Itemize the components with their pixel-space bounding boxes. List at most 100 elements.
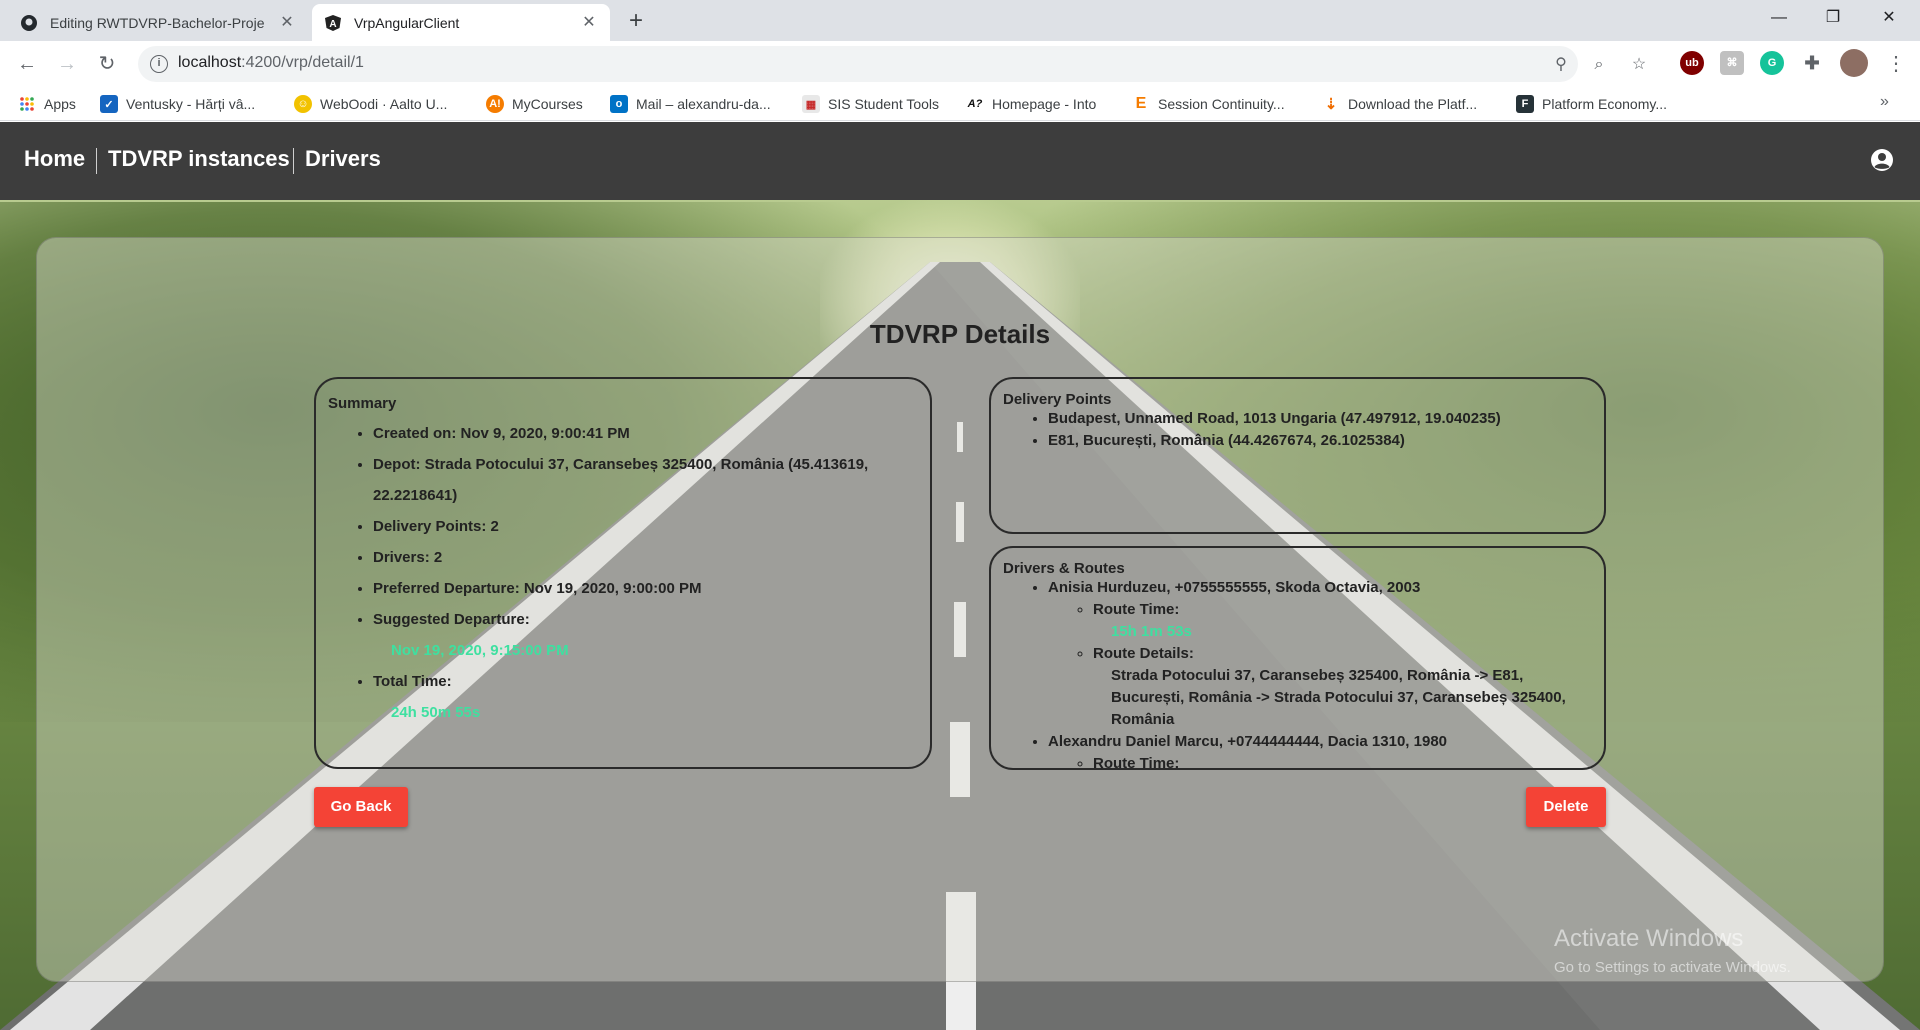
browser-tabstrip: Editing RWTDVRP-Bachelor-Proje ✕ A VrpAn… — [0, 0, 1920, 41]
nav-drivers-link[interactable]: Drivers — [305, 146, 381, 172]
close-window-icon[interactable]: ✕ — [1862, 0, 1916, 36]
driver-item: Alexandru Daniel Marcu, +0744444444, Dac… — [1048, 731, 1592, 768]
bookmarks-overflow-icon[interactable]: » — [1880, 93, 1889, 111]
bookmark-label: Session Continuity... — [1158, 96, 1285, 112]
route-details: Route Details: Strada Potocului 37, Cara… — [1093, 643, 1592, 731]
tab-title: Editing RWTDVRP-Bachelor-Proje — [50, 14, 265, 31]
nav-home-link[interactable]: Home — [24, 146, 85, 172]
drivers-count: Drivers: 2 — [373, 542, 918, 573]
bookmark-label: SIS Student Tools — [828, 96, 940, 112]
extension-icon[interactable]: ⌘ — [1720, 51, 1744, 75]
bookmark-label: MyCourses — [512, 96, 583, 112]
platform-icon: F — [1516, 95, 1534, 113]
driver-item: Anisia Hurduzeu, +0755555555, Skoda Octa… — [1048, 577, 1592, 731]
bookmark-label: Homepage - Into — [992, 96, 1097, 112]
bookmark-ventusky[interactable]: ✓ Ventusky - Hărți vâ... — [100, 94, 255, 114]
depot: Depot: Strada Potocului 37, Caransebeș 3… — [373, 449, 918, 511]
github-icon — [20, 14, 38, 32]
driver-info: Anisia Hurduzeu, +0755555555, Skoda Octa… — [1048, 579, 1421, 596]
bookmark-weboodi[interactable]: ☺ WebOodi · Aalto U... — [294, 94, 447, 114]
list-item: Budapest, Unnamed Road, 1013 Ungaria (47… — [1048, 408, 1592, 430]
sis-icon: ▦ — [802, 95, 820, 113]
list-item: E81, București, România (44.4267674, 26.… — [1048, 430, 1592, 452]
reload-icon[interactable]: ↻ — [92, 49, 122, 79]
bookmark-label: WebOodi · Aalto U... — [320, 96, 448, 112]
grammarly-icon[interactable]: G — [1760, 51, 1784, 75]
app-navbar: Home TDVRP instances Drivers — [0, 122, 1920, 200]
nav-instances-link[interactable]: TDVRP instances — [108, 146, 290, 172]
bookmark-star-icon[interactable]: ☆ — [1628, 54, 1650, 76]
address-bar[interactable]: i localhost:4200/vrp/detail/1 ⚲ ⌕ ☆ — [138, 46, 1646, 82]
ventusky-icon: ✓ — [100, 95, 118, 113]
zoom-icon[interactable]: ⌕ — [1588, 54, 1610, 76]
puzzle-icon[interactable]: ✚ — [1800, 51, 1824, 75]
route-time: Route Time: — [1093, 753, 1592, 768]
session-icon: E — [1135, 95, 1147, 112]
bookmark-label: Ventusky - Hărți vâ... — [126, 96, 256, 112]
bookmark-label: Download the Platf... — [1348, 96, 1478, 112]
new-tab-button[interactable]: + — [622, 8, 650, 36]
drivers-routes-title: Drivers & Routes — [1003, 560, 1125, 577]
nav-divider — [96, 148, 97, 174]
bookmark-platform[interactable]: F Platform Economy... — [1516, 94, 1667, 114]
tab-title: VrpAngularClient — [354, 14, 460, 31]
route-time-value: 15h 1m 53s — [1111, 623, 1192, 640]
svg-text:A: A — [329, 19, 336, 30]
route-details-value: Strada Potocului 37, Caransebeș 325400, … — [1111, 667, 1566, 728]
driver-info: Alexandru Daniel Marcu, +0744444444, Dac… — [1048, 733, 1448, 750]
bookmark-download[interactable]: ⇣ Download the Platf... — [1322, 94, 1477, 114]
bookmark-apps[interactable]: Apps — [18, 94, 76, 114]
delivery-points-count: Delivery Points: 2 — [373, 511, 918, 542]
account-circle-icon[interactable] — [1870, 148, 1894, 172]
mycourses-icon: A! — [486, 95, 504, 113]
delete-button[interactable]: Delete — [1526, 787, 1606, 827]
bookmark-sis[interactable]: ▦ SIS Student Tools — [802, 94, 939, 114]
bookmark-session[interactable]: E Session Continuity... — [1132, 94, 1285, 114]
angular-icon: A — [324, 14, 342, 32]
minimize-icon[interactable]: — — [1752, 0, 1806, 36]
into-icon: A? — [967, 98, 983, 110]
route-time: Route Time: 15h 1m 53s — [1093, 599, 1592, 643]
download-icon: ⇣ — [1324, 96, 1338, 113]
total-time-label: Total Time: — [373, 673, 452, 690]
page-title: TDVRP Details — [869, 319, 1051, 349]
ublock-icon[interactable]: ub — [1680, 51, 1704, 75]
suggested-departure: Suggested Departure: Nov 19, 2020, 9:15:… — [373, 604, 918, 666]
outlook-icon: o — [610, 95, 628, 113]
avatar[interactable] — [1840, 49, 1868, 77]
suggested-departure-label: Suggested Departure: — [373, 611, 530, 628]
go-back-button[interactable]: Go Back — [314, 787, 408, 827]
bookmark-mail[interactable]: o Mail – alexandru-da... — [610, 94, 771, 114]
nav-divider — [293, 148, 294, 174]
menu-kebab-icon[interactable]: ⋮ — [1886, 49, 1906, 79]
close-tab-icon[interactable]: ✕ — [580, 14, 598, 32]
activate-windows-watermark: Activate Windows Go to Settings to activ… — [1554, 925, 1791, 976]
bookmarks-bar: Apps ✓ Ventusky - Hărți vâ... ☺ WebOodi … — [0, 87, 1920, 121]
weboodi-icon: ☺ — [294, 95, 312, 113]
info-icon[interactable]: i — [150, 55, 168, 73]
created-on: Created on: Nov 9, 2020, 9:00:41 PM — [373, 418, 918, 449]
preferred-departure: Preferred Departure: Nov 19, 2020, 9:00:… — [373, 573, 918, 604]
back-arrow-icon[interactable]: ← — [12, 49, 42, 79]
url-text[interactable]: localhost:4200/vrp/detail/1 — [178, 54, 364, 72]
apps-grid-icon — [18, 95, 36, 113]
total-time: Total Time: 24h 50m 55s — [373, 666, 918, 728]
browser-toolbar: ← → ↻ i localhost:4200/vrp/detail/1 ⚲ ⌕ … — [0, 41, 1920, 87]
delivery-points-list: Budapest, Unnamed Road, 1013 Ungaria (47… — [1003, 408, 1592, 452]
app-page: Home TDVRP instances Drivers TDVRP Detai… — [0, 122, 1920, 1030]
restore-icon[interactable]: ❐ — [1806, 0, 1860, 36]
bookmark-label: Mail – alexandru-da... — [636, 96, 771, 112]
location-pin-icon[interactable]: ⚲ — [1550, 54, 1572, 76]
summary-list: Created on: Nov 9, 2020, 9:00:41 PM Depo… — [328, 418, 918, 728]
close-tab-icon[interactable]: ✕ — [278, 14, 296, 32]
drivers-routes-card[interactable]: Drivers & Routes Anisia Hurduzeu, +07555… — [989, 546, 1606, 770]
browser-tab-vrp[interactable]: A VrpAngularClient ✕ — [312, 4, 610, 41]
bookmark-label: Apps — [44, 96, 76, 112]
drivers-list: Anisia Hurduzeu, +0755555555, Skoda Octa… — [1003, 577, 1592, 768]
bookmark-mycourses[interactable]: A! MyCourses — [486, 94, 583, 114]
forward-arrow-icon[interactable]: → — [52, 49, 82, 79]
delivery-points-title: Delivery Points — [1003, 391, 1112, 408]
browser-tab-github[interactable]: Editing RWTDVRP-Bachelor-Proje ✕ — [8, 4, 308, 41]
suggested-departure-value: Nov 19, 2020, 9:15:00 PM — [391, 642, 569, 659]
bookmark-into[interactable]: A? Homepage - Into — [966, 94, 1097, 114]
